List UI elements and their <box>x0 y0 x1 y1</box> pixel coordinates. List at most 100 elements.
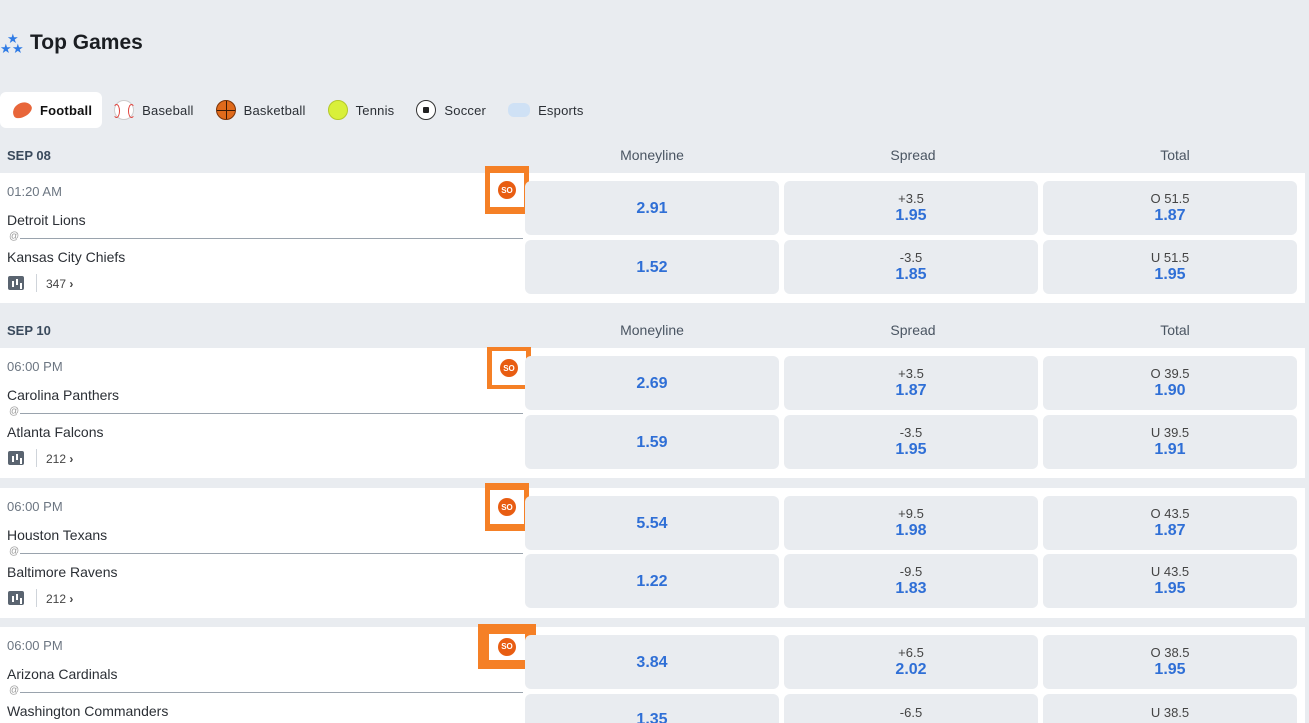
chevron-right-icon: › <box>69 277 74 291</box>
odd-price: 1.35 <box>636 711 668 723</box>
at-icon: @ <box>9 546 20 557</box>
stats-icon[interactable] <box>8 591 24 605</box>
more-markets-link[interactable]: 212 › <box>46 592 73 606</box>
spread-odd-button[interactable]: -3.5 1.95 <box>784 415 1038 469</box>
market-count: 212 <box>46 592 67 606</box>
odd-price: 1.95 <box>895 207 927 224</box>
spread-odd-button[interactable]: -3.5 1.85 <box>784 240 1038 294</box>
total-odd-button[interactable]: U 39.5 1.91 <box>1043 415 1297 469</box>
odd-price: 1.52 <box>636 258 668 276</box>
page-title: Top Games <box>30 31 143 54</box>
tab-label: Baseball <box>142 102 194 118</box>
team-divider <box>20 692 523 693</box>
total-odd-button[interactable]: U 38.5 <box>1043 694 1297 723</box>
odd-price: 1.87 <box>895 382 927 399</box>
odd-line: U 43.5 <box>1150 564 1190 579</box>
tab-label: Esports <box>538 102 584 118</box>
tab-baseball[interactable]: Baseball <box>102 92 203 128</box>
spread-odd-button[interactable]: +6.5 2.02 <box>784 635 1038 689</box>
total-odd-button[interactable]: O 43.5 1.87 <box>1043 496 1297 550</box>
moneyline-odd-button[interactable]: 1.52 <box>525 240 779 294</box>
section-header: SEP 10 Moneyline Spread Total <box>0 314 1309 346</box>
odd-price: 1.95 <box>1154 266 1186 283</box>
section-date: SEP 08 <box>7 147 51 163</box>
tab-label: Soccer <box>444 102 487 118</box>
so-icon: SO <box>498 637 516 656</box>
divider <box>36 274 37 292</box>
soccer-icon <box>416 100 437 120</box>
stats-icon[interactable] <box>8 451 24 465</box>
tab-tennis[interactable]: Tennis <box>316 92 405 128</box>
spread-odd-button[interactable]: +3.5 1.87 <box>784 356 1038 410</box>
sport-tabs: Football Baseball Basketball Tennis Socc… <box>0 92 594 128</box>
so-icon: SO <box>500 359 518 377</box>
home-team: Detroit Lions <box>7 212 86 228</box>
odd-line: U 51.5 <box>1150 250 1190 265</box>
total-odd-button[interactable]: U 51.5 1.95 <box>1043 240 1297 294</box>
tab-soccer[interactable]: Soccer <box>404 92 496 128</box>
tab-basketball[interactable]: Basketball <box>204 92 316 128</box>
basketball-icon <box>215 100 236 120</box>
moneyline-odd-button[interactable]: 5.54 <box>525 496 779 550</box>
odd-price: 1.98 <box>895 522 927 539</box>
away-team: Baltimore Ravens <box>7 564 118 580</box>
odd-line: O 38.5 <box>1150 645 1190 660</box>
odd-price: 1.90 <box>1154 382 1186 399</box>
odd-price: 1.83 <box>895 580 927 597</box>
game-time: 06:00 PM <box>7 638 63 653</box>
moneyline-odd-button[interactable]: 1.59 <box>525 415 779 469</box>
odd-price: 5.54 <box>636 514 668 532</box>
odd-line: O 51.5 <box>1150 191 1190 206</box>
odd-price: 1.95 <box>1154 661 1186 678</box>
at-icon: @ <box>9 231 20 242</box>
so-icon: SO <box>498 498 516 516</box>
tab-esports[interactable]: Esports <box>496 92 593 128</box>
so-badge[interactable]: SO <box>485 166 529 214</box>
more-markets-link[interactable]: 212 › <box>46 452 73 466</box>
game-time: 01:20 AM <box>7 184 62 199</box>
at-icon: @ <box>9 406 20 417</box>
odd-line: +3.5 <box>898 191 924 206</box>
esports-icon <box>508 103 531 117</box>
tab-football[interactable]: Football <box>0 92 103 128</box>
total-odd-button[interactable]: O 38.5 1.95 <box>1043 635 1297 689</box>
odd-price: 3.84 <box>636 653 668 671</box>
moneyline-header: Moneyline <box>620 322 684 338</box>
odd-price: 2.69 <box>636 374 668 392</box>
chevron-right-icon: › <box>69 592 74 606</box>
odd-line: U 38.5 <box>1150 705 1190 720</box>
moneyline-odd-button[interactable]: 2.69 <box>525 356 779 410</box>
more-markets-link[interactable]: 347 › <box>46 277 73 291</box>
tab-label: Tennis <box>355 102 395 118</box>
spread-odd-button[interactable]: -9.5 1.83 <box>784 554 1038 608</box>
total-odd-button[interactable]: O 39.5 1.90 <box>1043 356 1297 410</box>
odd-price: 1.95 <box>895 441 927 458</box>
odd-price: 1.91 <box>1154 441 1186 458</box>
so-badge[interactable]: SO <box>485 483 529 531</box>
odd-price: 1.59 <box>636 433 668 451</box>
away-team: Washington Commanders <box>7 703 169 719</box>
moneyline-odd-button[interactable]: 1.22 <box>525 554 779 608</box>
total-odd-button[interactable]: U 43.5 1.95 <box>1043 554 1297 608</box>
odd-price: 1.87 <box>1154 207 1186 224</box>
moneyline-odd-button[interactable]: 1.35 <box>525 694 779 723</box>
moneyline-odd-button[interactable]: 2.91 <box>525 181 779 235</box>
team-divider <box>20 238 523 239</box>
total-odd-button[interactable]: O 51.5 1.87 <box>1043 181 1297 235</box>
odd-price: 2.02 <box>895 661 927 678</box>
spread-odd-button[interactable]: +3.5 1.95 <box>784 181 1038 235</box>
spread-header: Spread <box>890 147 936 163</box>
away-team: Atlanta Falcons <box>7 424 104 440</box>
moneyline-odd-button[interactable]: 3.84 <box>525 635 779 689</box>
odd-line: O 43.5 <box>1150 506 1190 521</box>
spread-header: Spread <box>890 322 936 338</box>
baseball-icon <box>113 100 136 120</box>
spread-odd-button[interactable]: -6.5 <box>784 694 1038 723</box>
spread-odd-button[interactable]: +9.5 1.98 <box>784 496 1038 550</box>
market-count: 347 <box>46 277 67 291</box>
market-count: 212 <box>46 452 67 466</box>
stats-icon[interactable] <box>8 276 24 290</box>
divider <box>36 449 37 467</box>
team-divider <box>20 553 523 554</box>
odd-line: -6.5 <box>899 705 923 720</box>
